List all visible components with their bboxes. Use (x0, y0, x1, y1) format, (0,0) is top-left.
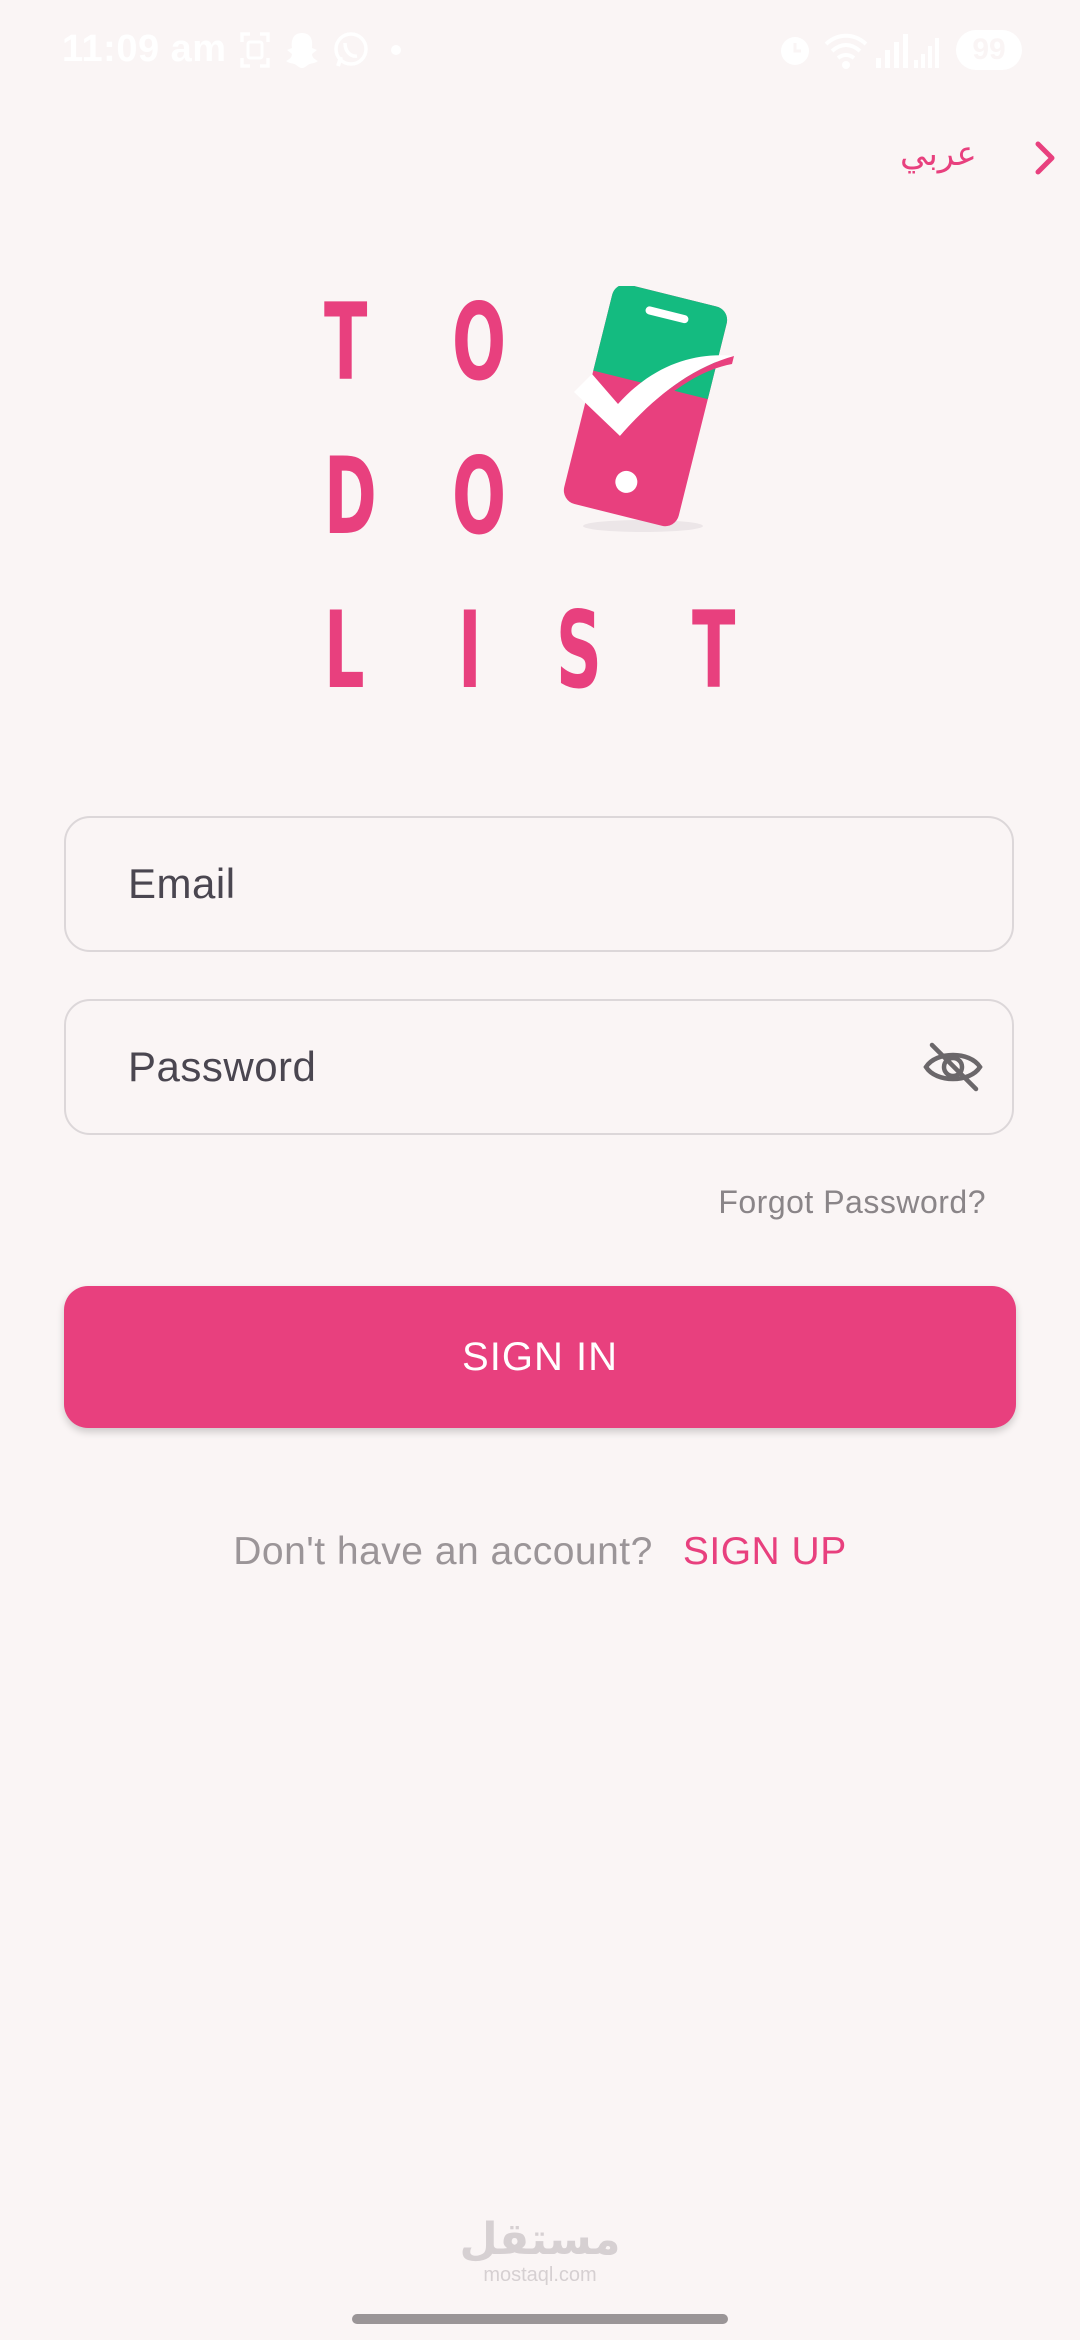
alarm-icon (781, 37, 809, 65)
logo-letter: O (452, 281, 507, 404)
status-bar: 11:09 am 99 (0, 0, 1080, 100)
signup-prompt: Don't have an account? (233, 1530, 653, 1573)
sign-in-label: SIGN IN (462, 1334, 618, 1379)
language-label: عربي (900, 134, 977, 174)
watermark-arabic: مستقل (459, 2214, 621, 2265)
app-logo: T O D O L I S T (320, 280, 770, 704)
battery-level: 99 (972, 33, 1006, 66)
snapchat-icon (286, 33, 318, 68)
notification-dot-icon (391, 45, 401, 55)
password-field[interactable]: Password (64, 999, 1014, 1135)
sign-in-button[interactable]: SIGN IN (64, 1286, 1016, 1428)
status-time: 11:09 am (62, 28, 227, 70)
logo-letter: O (452, 435, 507, 558)
watermark-latin: mostaql.com (483, 2264, 597, 2286)
email-field[interactable]: Email (64, 816, 1014, 952)
logo-letter: I (458, 589, 482, 712)
home-indicator[interactable] (352, 2314, 728, 2324)
eye-off-icon[interactable] (922, 1039, 984, 1095)
email-placeholder: Email (128, 860, 236, 907)
logo-letter: D (324, 435, 377, 558)
watermark: مستقل mostaql.com (440, 2218, 640, 2287)
logo-letter: T (324, 281, 368, 404)
language-switch[interactable]: عربي (880, 128, 1070, 188)
whatsapp-icon (334, 32, 368, 67)
signal-icon-2 (914, 38, 939, 68)
signup-row: Don't have an account? SIGN UP (0, 1530, 1080, 1574)
logo-letter: S (556, 589, 602, 712)
chevron-right-icon (1035, 141, 1055, 175)
phone-check-icon (563, 286, 734, 532)
logo-letter: T (692, 589, 736, 712)
password-placeholder: Password (128, 1043, 317, 1090)
forgot-password-link[interactable]: Forgot Password? (718, 1184, 986, 1221)
sign-up-link[interactable]: SIGN UP (683, 1530, 847, 1573)
wifi-icon (824, 33, 868, 69)
signal-icon (876, 34, 908, 68)
logo-letter: L (324, 589, 365, 712)
screenshot-icon (240, 32, 270, 68)
